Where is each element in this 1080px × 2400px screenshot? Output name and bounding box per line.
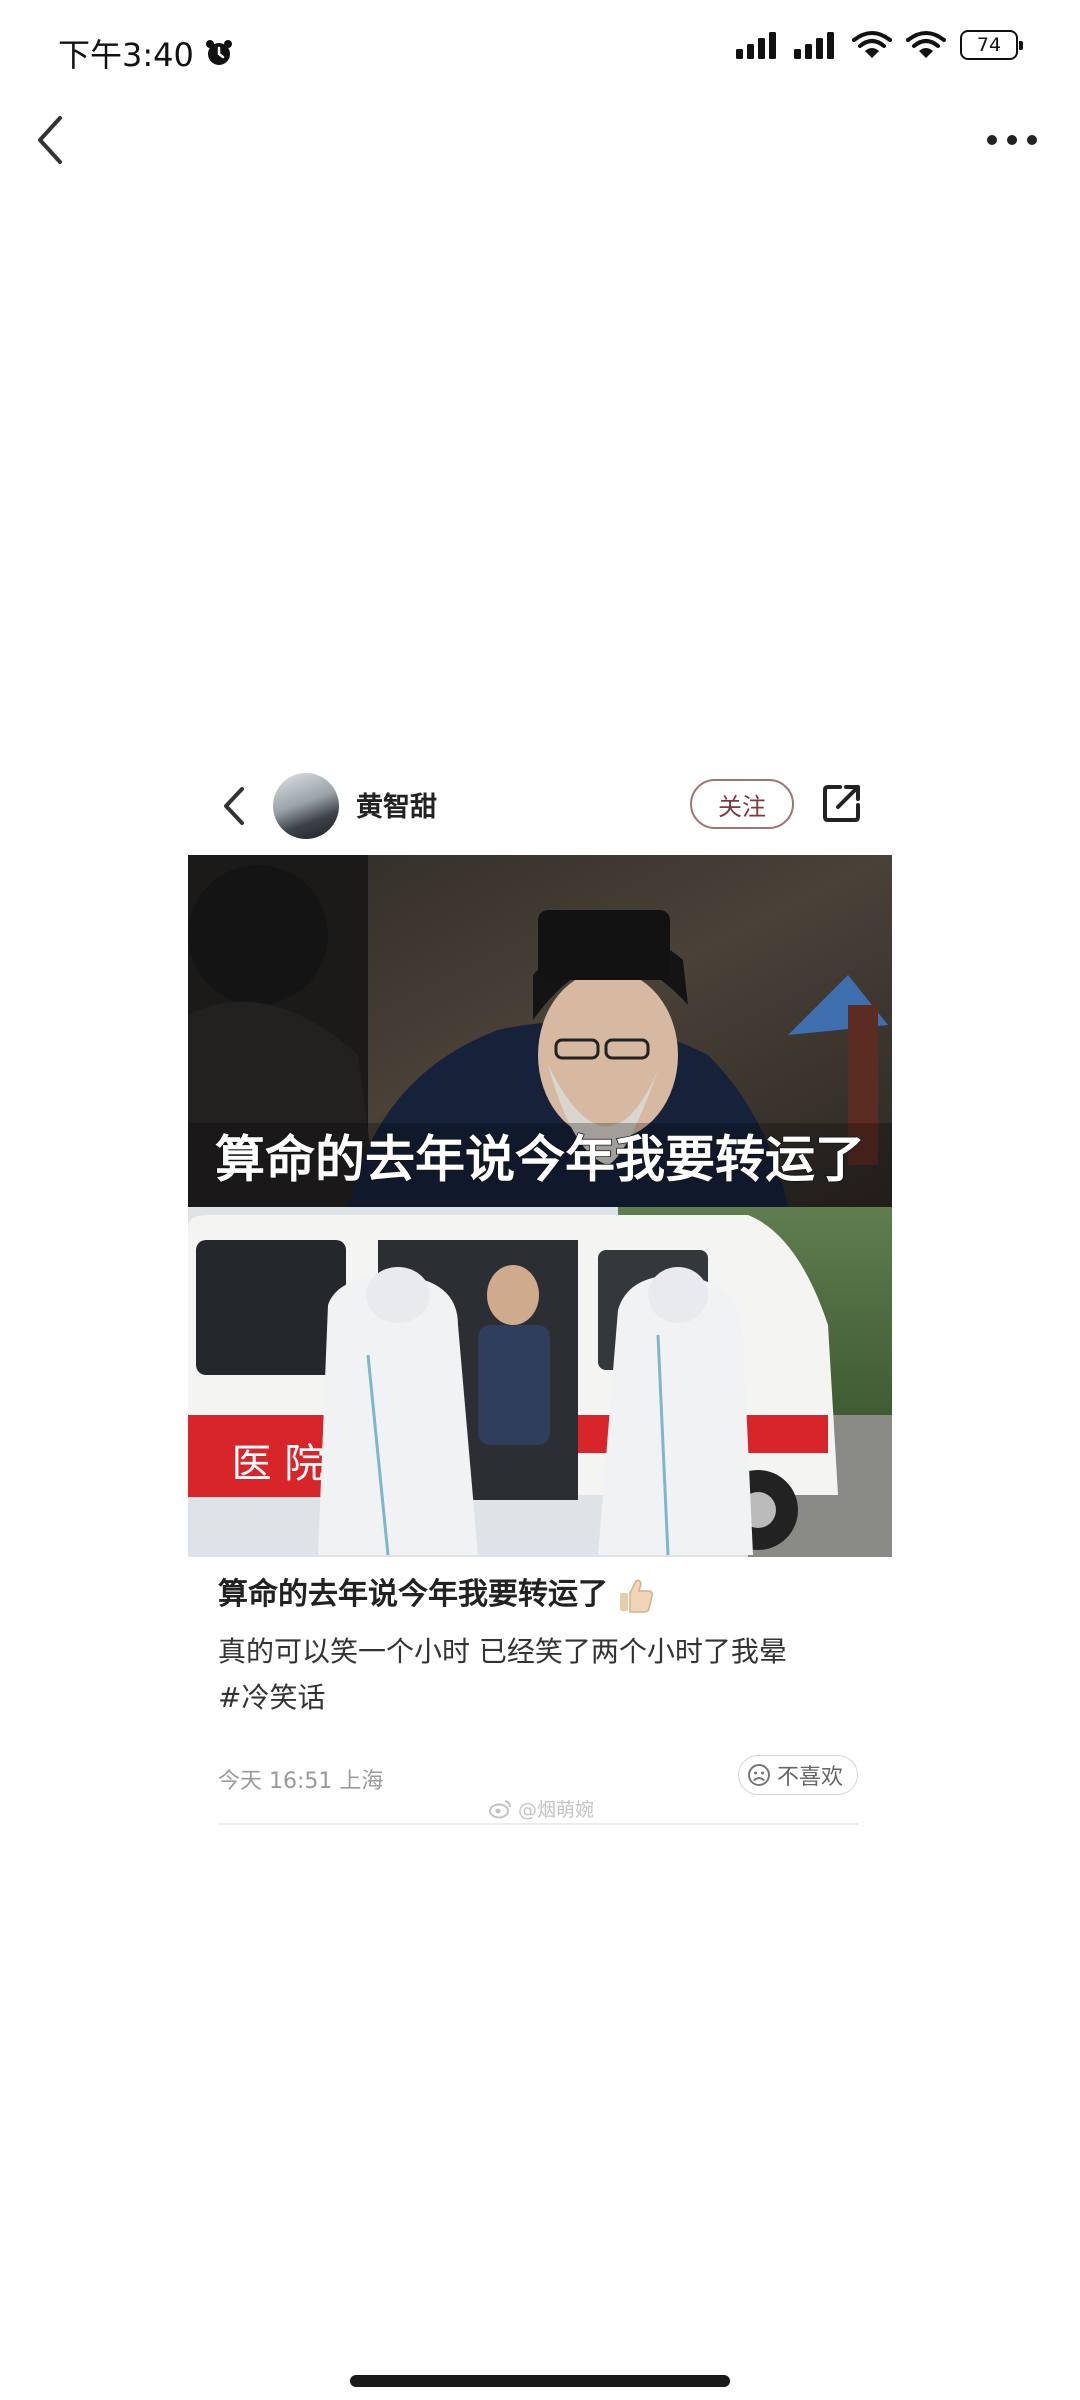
post-title-text: 算命的去年说今年我要转运了	[218, 1577, 608, 1612]
follow-label: 关注	[718, 792, 766, 821]
divider	[218, 1823, 858, 1825]
time-text: 下午3:40	[58, 36, 194, 74]
signal-icon	[736, 32, 776, 59]
post-footer: 今天 16:51 上海 不喜欢	[218, 1755, 858, 1795]
status-icons: 74	[736, 30, 1023, 60]
meme-image[interactable]: 算命的去年说今年我要转运了 医 院	[188, 855, 892, 1557]
dislike-label: 不喜欢	[776, 1765, 843, 1790]
post-body: 算命的去年说今年我要转运了 真的可以笑一个小时 已经笑了两个小时了我晕 #冷笑话	[218, 1573, 858, 1721]
thumbs-up-icon	[620, 1579, 653, 1613]
status-time: 下午3:40	[58, 30, 234, 76]
post-text: 真的可以笑一个小时 已经笑了两个小时了我晕	[218, 1635, 787, 1668]
weibo-icon	[489, 1799, 511, 1818]
post-title: 算命的去年说今年我要转运了	[218, 1573, 858, 1617]
post-meta: 今天 16:51 上海	[218, 1769, 384, 1794]
battery-indicator: 74	[960, 30, 1023, 60]
ambulance-text: 医 院	[232, 1441, 325, 1487]
share-icon[interactable]	[820, 781, 864, 825]
follow-button[interactable]: 关注	[690, 779, 794, 829]
image-caption: 算命的去年说今年我要转运了	[215, 1131, 865, 1189]
wifi-icon	[906, 31, 946, 58]
post-card: 黄智甜 关注 算命的去年说今年我要转运了 医 院 算命的去年说今年我要转运了 真…	[188, 765, 892, 1825]
wifi-icon	[852, 31, 892, 58]
post-header: 黄智甜 关注	[188, 765, 892, 855]
hashtag-link[interactable]: #冷笑话	[218, 1675, 858, 1721]
username[interactable]: 黄智甜	[356, 785, 437, 824]
battery-level: 74	[976, 34, 1002, 56]
back-button[interactable]	[30, 112, 70, 168]
status-bar: 下午3:40 74	[0, 0, 1080, 100]
sad-face-icon	[747, 1764, 770, 1786]
alarm-icon	[205, 40, 232, 65]
watermark: @烟萌婉	[488, 1795, 594, 1822]
more-options-button[interactable]	[982, 124, 1042, 156]
dislike-button[interactable]: 不喜欢	[737, 1755, 858, 1795]
home-indicator[interactable]	[350, 2375, 730, 2387]
avatar[interactable]	[273, 773, 339, 839]
post-back-icon[interactable]	[218, 783, 248, 829]
signal-icon	[794, 32, 834, 59]
watermark-text: @烟萌婉	[518, 1799, 595, 1821]
